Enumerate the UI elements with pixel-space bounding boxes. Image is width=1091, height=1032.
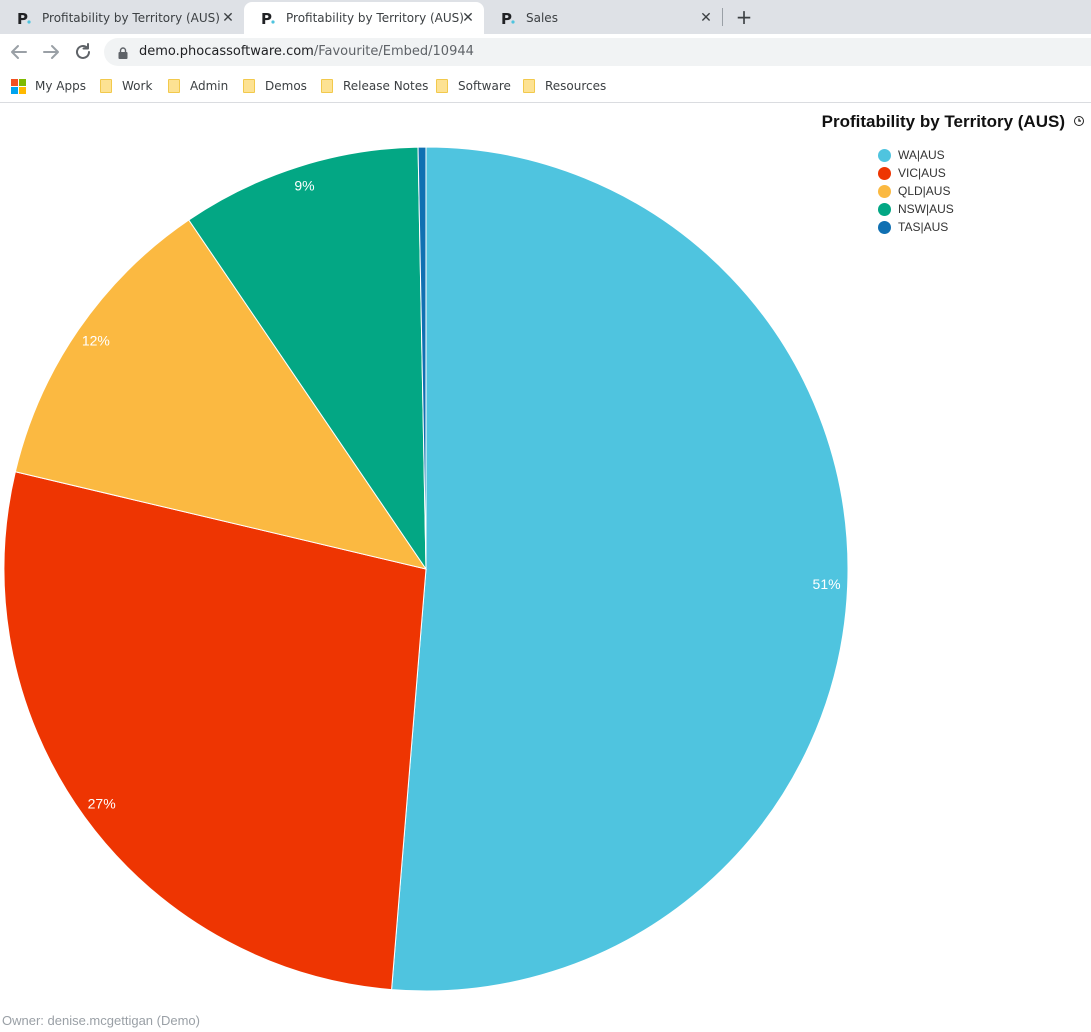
folder-icon <box>321 79 333 93</box>
bookmark-admin[interactable]: Admin <box>168 77 228 95</box>
folder-icon <box>436 79 448 93</box>
svg-text:P: P <box>501 10 512 26</box>
lock-icon <box>118 46 128 64</box>
new-tab-icon[interactable]: + <box>734 7 754 27</box>
legend-label: NSW|AUS <box>898 202 954 216</box>
bookmark-label: My Apps <box>35 79 86 93</box>
legend-swatch <box>878 184 891 198</box>
bookmarks-bar: My Apps Work Admin Demos Release Notes S… <box>0 70 1091 103</box>
bookmark-label: Software <box>458 79 511 93</box>
tab-title: Profitability by Territory (AUS) <box>286 11 464 25</box>
bookmark-work[interactable]: Work <box>100 77 152 95</box>
legend-swatch <box>878 202 891 216</box>
close-tab-icon[interactable]: ✕ <box>698 10 714 26</box>
legend-item-wa[interactable]: WA|AUS <box>878 146 954 164</box>
back-arrow-icon[interactable] <box>7 40 31 64</box>
tab-separator <box>722 8 723 26</box>
slice-data-label: 12% <box>82 332 110 348</box>
pie-chart: 51% 27% 12% 9% <box>3 146 849 992</box>
legend-item-qld[interactable]: QLD|AUS <box>878 182 954 200</box>
browser-toolbar: demo.phocassoftware.com/Favourite/Embed/… <box>0 34 1091 70</box>
legend-swatch <box>878 148 891 162</box>
tab-title: Profitability by Territory (AUS) <box>42 11 220 25</box>
bookmark-demos[interactable]: Demos <box>243 77 307 95</box>
tab-title: Sales <box>526 11 558 25</box>
svg-text:P: P <box>17 10 28 26</box>
folder-icon <box>243 79 255 93</box>
legend-item-vic[interactable]: VIC|AUS <box>878 164 954 182</box>
bookmark-label: Work <box>122 79 153 93</box>
phocas-logo-icon: P <box>16 10 32 28</box>
svg-text:P: P <box>261 10 272 26</box>
bookmark-my-apps[interactable]: My Apps <box>11 77 86 95</box>
browser-tab-3[interactable]: P Sales ✕ <box>484 2 722 34</box>
bookmark-software[interactable]: Software <box>436 77 511 95</box>
folder-icon <box>168 79 180 93</box>
bookmark-label: Resources <box>545 79 607 93</box>
browser-tab-1[interactable]: P Profitability by Territory (AUS) ✕ <box>0 2 244 34</box>
legend-label: VIC|AUS <box>898 166 946 180</box>
legend-item-nsw[interactable]: NSW|AUS <box>878 200 954 218</box>
legend-item-tas[interactable]: TAS|AUS <box>878 218 954 236</box>
clock-icon[interactable] <box>1074 116 1084 126</box>
bookmark-resources[interactable]: Resources <box>523 77 606 95</box>
forward-arrow-icon[interactable] <box>39 40 63 64</box>
close-tab-icon[interactable]: ✕ <box>220 10 236 26</box>
chart-legend: WA|AUS VIC|AUS QLD|AUS NSW|AUS TAS|AUS <box>878 146 954 236</box>
legend-label: TAS|AUS <box>898 220 949 234</box>
url-text: demo.phocassoftware.com/Favourite/Embed/… <box>139 38 474 66</box>
folder-icon <box>100 79 112 93</box>
browser-tab-2[interactable]: P Profitability by Territory (AUS) ✕ <box>244 2 484 34</box>
phocas-logo-icon: P <box>500 10 516 28</box>
legend-label: WA|AUS <box>898 148 945 162</box>
bookmark-label: Demos <box>265 79 307 93</box>
legend-label: QLD|AUS <box>898 184 951 198</box>
pie-slice-wa[interactable] <box>391 146 849 992</box>
legend-swatch <box>878 166 891 180</box>
bookmark-label: Admin <box>190 79 229 93</box>
folder-icon <box>523 79 535 93</box>
slice-data-label: 27% <box>88 795 116 811</box>
bookmark-label: Release Notes <box>343 79 429 93</box>
phocas-logo-icon: P <box>260 10 276 28</box>
legend-swatch <box>878 220 891 234</box>
owner-footer: Owner: denise.mcgettigan (Demo) <box>2 1013 200 1028</box>
url-host: demo.phocassoftware.com <box>139 44 314 59</box>
slice-data-label: 9% <box>294 178 314 194</box>
browser-tab-strip: P Profitability by Territory (AUS) ✕ P P… <box>0 0 1091 34</box>
slice-data-label: 51% <box>813 576 841 592</box>
address-bar[interactable]: demo.phocassoftware.com/Favourite/Embed/… <box>104 38 1091 66</box>
bookmark-release-notes[interactable]: Release Notes <box>321 77 428 95</box>
url-path: /Favourite/Embed/10944 <box>313 44 474 59</box>
reload-icon[interactable] <box>71 40 95 64</box>
close-tab-icon[interactable]: ✕ <box>460 10 476 26</box>
apps-grid-icon <box>11 79 26 94</box>
